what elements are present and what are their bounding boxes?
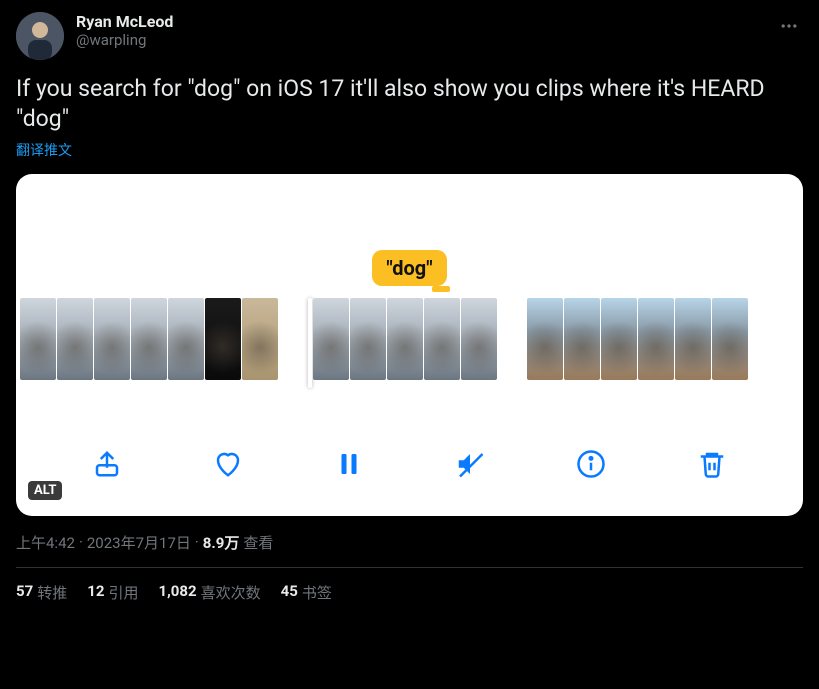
thumbnail-frame bbox=[527, 298, 563, 380]
views-label: 查看 bbox=[243, 532, 273, 553]
thumbnail-frame bbox=[387, 298, 423, 380]
divider bbox=[16, 567, 803, 568]
thumbnail-frame bbox=[638, 298, 674, 380]
trash-icon[interactable] bbox=[690, 442, 734, 486]
avatar[interactable] bbox=[16, 12, 64, 60]
bookmarks-stat[interactable]: 45 书签 bbox=[281, 582, 332, 603]
info-icon[interactable] bbox=[569, 442, 613, 486]
playhead-icon[interactable] bbox=[308, 298, 312, 388]
pause-icon[interactable] bbox=[327, 442, 371, 486]
stat-label: 引用 bbox=[108, 582, 138, 603]
thumbnail-frame bbox=[712, 298, 748, 380]
media-toolbar bbox=[16, 442, 803, 486]
heart-icon[interactable] bbox=[206, 442, 250, 486]
translate-link[interactable]: 翻译推文 bbox=[16, 140, 803, 160]
stat-count: 45 bbox=[281, 582, 298, 603]
stat-label: 转推 bbox=[37, 582, 67, 603]
quotes-stat[interactable]: 12 引用 bbox=[87, 582, 138, 603]
alt-badge[interactable]: ALT bbox=[28, 481, 62, 500]
thumbnail-frame bbox=[564, 298, 600, 380]
meta-separator: · bbox=[79, 533, 83, 551]
thumbnail-frame bbox=[168, 298, 204, 380]
handle[interactable]: @warpling bbox=[76, 31, 763, 49]
thumbnail-frame bbox=[205, 298, 241, 380]
clip-group-3 bbox=[527, 298, 748, 388]
caption-bubble: "dog" bbox=[372, 250, 446, 286]
likes-stat[interactable]: 1,082 喜欢次数 bbox=[158, 582, 260, 603]
share-icon[interactable] bbox=[85, 442, 129, 486]
tweet-text: If you search for "dog" on iOS 17 it'll … bbox=[16, 74, 803, 134]
thumbnail-frame bbox=[350, 298, 386, 380]
mute-icon[interactable] bbox=[448, 442, 492, 486]
stats-row: 57 转推 12 引用 1,082 喜欢次数 45 书签 bbox=[16, 582, 803, 603]
retweets-stat[interactable]: 57 转推 bbox=[16, 582, 67, 603]
stat-count: 12 bbox=[87, 582, 104, 603]
clip-group-2 bbox=[308, 298, 497, 388]
stat-count: 57 bbox=[16, 582, 33, 603]
meta-separator: · bbox=[195, 533, 199, 551]
thumbnail-frame bbox=[131, 298, 167, 380]
author-names: Ryan McLeod @warpling bbox=[76, 12, 763, 49]
caption-bubble-row: "dog" bbox=[16, 250, 803, 286]
thumbnail-frame bbox=[313, 298, 349, 380]
tweet-time[interactable]: 上午4:42 bbox=[16, 532, 75, 553]
thumbnail-frame bbox=[20, 298, 56, 380]
thumbnail-frame bbox=[424, 298, 460, 380]
tweet-date[interactable]: 2023年7月17日 bbox=[87, 532, 191, 553]
thumbnail-frame bbox=[57, 298, 93, 380]
tweet-meta: 上午4:42 · 2023年7月17日 · 8.9万 查看 bbox=[16, 532, 803, 553]
stat-count: 1,082 bbox=[158, 582, 196, 603]
tweet-header: Ryan McLeod @warpling bbox=[16, 12, 803, 60]
thumbnail-frame bbox=[94, 298, 130, 380]
stat-label: 书签 bbox=[302, 582, 332, 603]
media-attachment[interactable]: "dog" bbox=[16, 174, 803, 516]
display-name[interactable]: Ryan McLeod bbox=[76, 12, 763, 31]
clip-group-1 bbox=[20, 298, 278, 388]
thumbnail-frame bbox=[461, 298, 497, 380]
thumbnail-frame bbox=[675, 298, 711, 380]
views-count: 8.9万 bbox=[203, 532, 240, 553]
thumbnail-frame bbox=[242, 298, 278, 380]
tweet-container: Ryan McLeod @warpling If you search for … bbox=[16, 12, 803, 603]
stat-label: 喜欢次数 bbox=[201, 582, 261, 603]
more-icon[interactable] bbox=[775, 12, 803, 45]
thumbnail-frame bbox=[601, 298, 637, 380]
video-filmstrip[interactable] bbox=[16, 298, 803, 388]
caption-bubble-marker bbox=[432, 286, 450, 292]
